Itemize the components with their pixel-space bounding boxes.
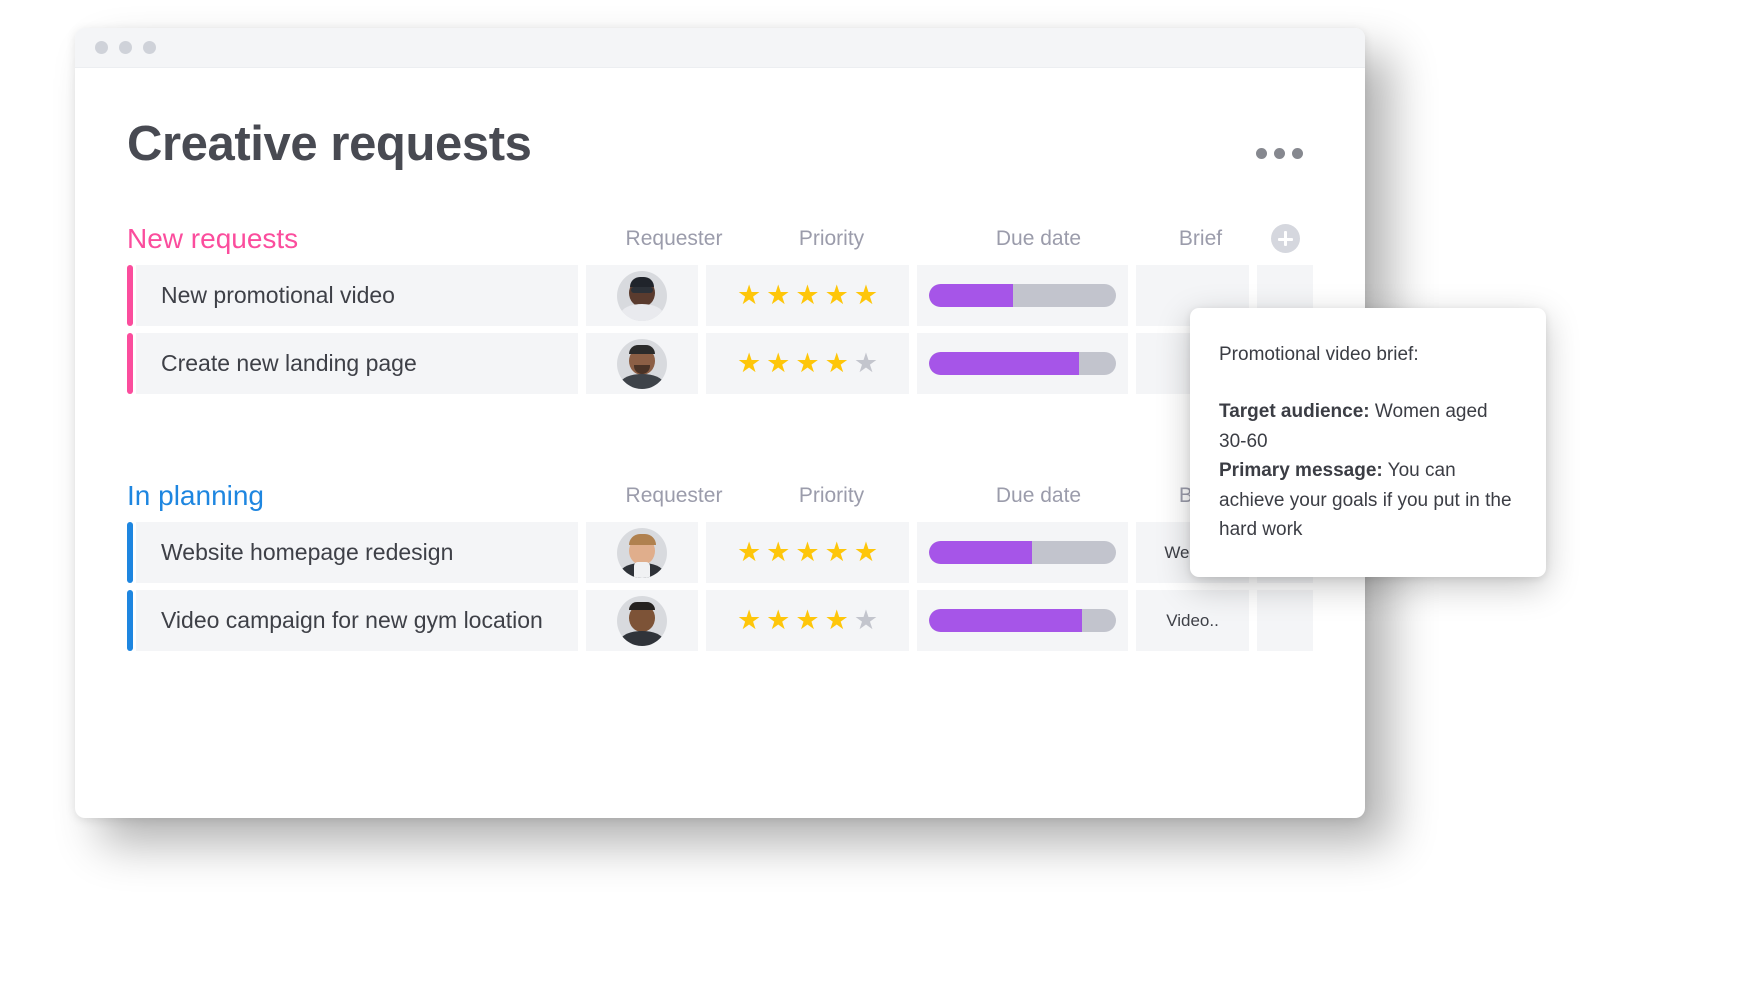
star-rating[interactable]: ★ ★ ★ ★ ★: [737, 607, 878, 634]
star-icon[interactable]: ★: [854, 350, 878, 377]
row-title: Website homepage redesign: [136, 522, 578, 583]
page-title: Creative requests: [127, 117, 532, 171]
star-icon[interactable]: ★: [825, 607, 849, 634]
group-header-new-requests: New requests Requester Priority Due date…: [127, 213, 1313, 253]
row-priority-cell[interactable]: ★ ★ ★ ★ ★: [706, 522, 909, 583]
row-due-date-cell[interactable]: [917, 590, 1128, 651]
column-header-due-date: Due date: [995, 227, 1082, 250]
avatar: [617, 595, 667, 646]
star-icon[interactable]: ★: [737, 282, 761, 309]
column-header-requester: Requester: [625, 227, 723, 250]
star-icon[interactable]: ★: [795, 607, 819, 634]
row-priority-cell[interactable]: ★ ★ ★ ★ ★: [706, 333, 909, 394]
progress-bar-fill: [929, 541, 1032, 564]
add-column-button-new-requests[interactable]: [1257, 224, 1313, 253]
row-requester-cell[interactable]: [586, 265, 698, 326]
row-accent-bar: [127, 265, 133, 326]
window-titlebar: [75, 28, 1365, 68]
row-requester-cell[interactable]: [586, 333, 698, 394]
column-headers-new-requests: Requester Priority Due date Brief: [618, 224, 1313, 253]
progress-bar-fill: [929, 352, 1079, 375]
star-icon[interactable]: ★: [737, 607, 761, 634]
tooltip-spacer: [1219, 369, 1517, 397]
star-icon[interactable]: ★: [825, 539, 849, 566]
row-requester-cell[interactable]: [586, 590, 698, 651]
screenshot-root: Creative requests New requests Requester…: [0, 0, 1742, 996]
row-accent-bar: [127, 522, 133, 583]
star-rating[interactable]: ★ ★ ★ ★ ★: [737, 539, 878, 566]
brief-tooltip: Promotional video brief: Target audience…: [1190, 308, 1546, 577]
row-accent-bar: [127, 590, 133, 651]
star-icon[interactable]: ★: [795, 282, 819, 309]
star-icon[interactable]: ★: [766, 282, 790, 309]
row-title: Video campaign for new gym location: [136, 590, 578, 651]
star-icon[interactable]: ★: [854, 282, 878, 309]
row-due-date-cell[interactable]: [917, 265, 1128, 326]
row-priority-cell[interactable]: ★ ★ ★ ★ ★: [706, 590, 909, 651]
star-icon[interactable]: ★: [825, 350, 849, 377]
row-requester-cell[interactable]: [586, 522, 698, 583]
row-due-date-cell[interactable]: [917, 333, 1128, 394]
star-rating[interactable]: ★ ★ ★ ★ ★: [737, 282, 878, 309]
star-icon[interactable]: ★: [766, 350, 790, 377]
table-row[interactable]: Website homepage redesign ★ ★ ★ ★ ★: [127, 522, 1313, 583]
star-icon[interactable]: ★: [766, 539, 790, 566]
progress-bar-fill: [929, 284, 1014, 307]
star-icon[interactable]: ★: [795, 350, 819, 377]
plus-icon[interactable]: [1270, 224, 1300, 253]
page-content: Creative requests New requests Requester…: [75, 68, 1365, 651]
table-row[interactable]: New promotional video ★ ★ ★ ★ ★: [127, 265, 1313, 326]
avatar: [617, 270, 667, 321]
row-due-date-cell[interactable]: [917, 522, 1128, 583]
avatar: [617, 527, 667, 578]
progress-bar: [929, 352, 1116, 375]
window-maximize-dot[interactable]: [143, 41, 156, 54]
table-row[interactable]: Create new landing page ★ ★ ★ ★ ★: [127, 333, 1313, 394]
column-header-due-date: Due date: [995, 484, 1082, 507]
table-row[interactable]: Video campaign for new gym location ★ ★ …: [127, 590, 1313, 651]
row-title: Create new landing page: [136, 333, 578, 394]
star-icon[interactable]: ★: [795, 539, 819, 566]
tooltip-target-audience-label: Target audience:: [1219, 401, 1370, 423]
row-extra-cell: [1257, 590, 1313, 651]
column-header-brief: Brief: [1178, 227, 1223, 250]
app-window: Creative requests New requests Requester…: [75, 28, 1365, 818]
star-icon[interactable]: ★: [854, 607, 878, 634]
group-header-in-planning: In planning Requester Priority Due date …: [127, 470, 1313, 510]
avatar: [617, 338, 667, 389]
progress-bar-fill: [929, 609, 1083, 632]
window-close-dot[interactable]: [95, 41, 108, 54]
page-header: Creative requests: [127, 68, 1313, 169]
tooltip-primary-message: Primary message: You can achieve your go…: [1219, 456, 1517, 544]
kebab-menu-icon[interactable]: [1256, 148, 1303, 159]
group-new-requests: New requests Requester Priority Due date…: [127, 213, 1313, 394]
column-header-priority: Priority: [798, 484, 865, 507]
progress-bar: [929, 284, 1116, 307]
star-icon[interactable]: ★: [854, 539, 878, 566]
star-rating[interactable]: ★ ★ ★ ★ ★: [737, 350, 878, 377]
group-in-planning: In planning Requester Priority Due date …: [127, 470, 1313, 651]
row-accent-bar: [127, 333, 133, 394]
star-icon[interactable]: ★: [825, 282, 849, 309]
tooltip-heading: Promotional video brief:: [1219, 344, 1419, 365]
group-title-in-planning: In planning: [127, 480, 265, 511]
tooltip-primary-message-label: Primary message:: [1219, 460, 1383, 482]
column-header-requester: Requester: [625, 484, 723, 507]
group-title-new-requests: New requests: [127, 223, 299, 254]
row-brief-cell[interactable]: Video..: [1136, 590, 1249, 651]
column-header-priority: Priority: [798, 227, 865, 250]
star-icon[interactable]: ★: [766, 607, 790, 634]
tooltip-target-audience: Target audience: Women aged 30-60: [1219, 397, 1517, 456]
star-icon[interactable]: ★: [737, 350, 761, 377]
star-icon[interactable]: ★: [737, 539, 761, 566]
row-title: New promotional video: [136, 265, 578, 326]
progress-bar: [929, 541, 1116, 564]
window-minimize-dot[interactable]: [119, 41, 132, 54]
row-priority-cell[interactable]: ★ ★ ★ ★ ★: [706, 265, 909, 326]
progress-bar: [929, 609, 1116, 632]
